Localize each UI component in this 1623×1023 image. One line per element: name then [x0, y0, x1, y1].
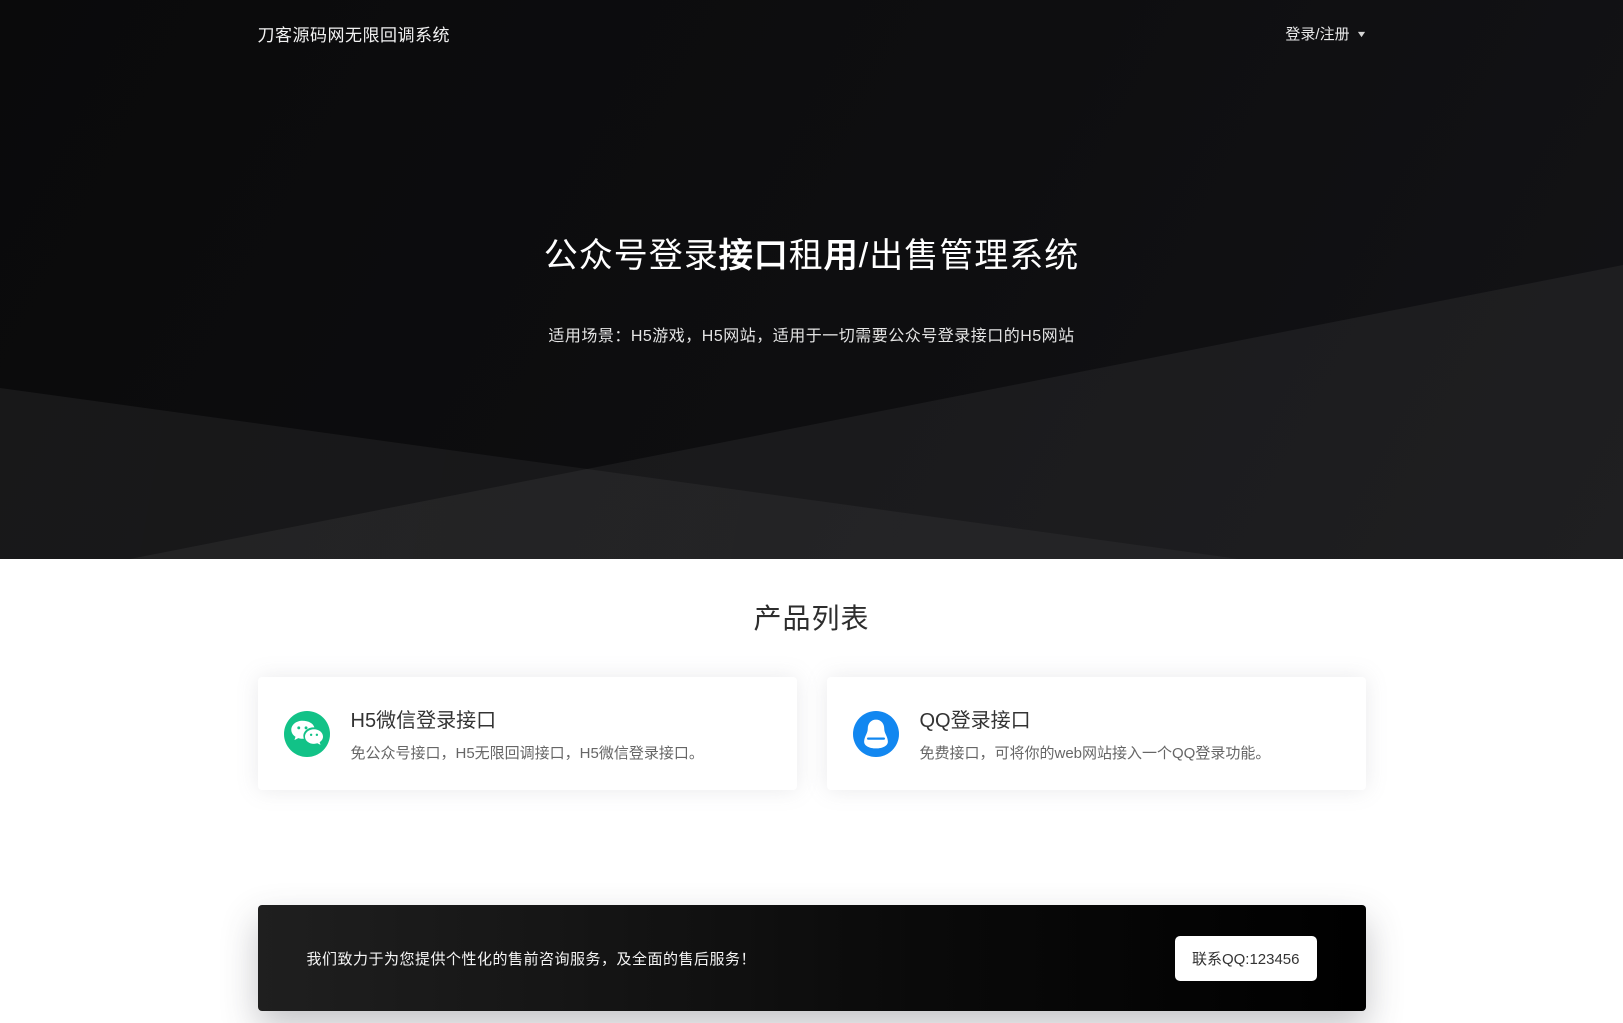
- product-title: H5微信登录接口: [351, 704, 704, 733]
- chevron-down-icon: ▼: [1355, 29, 1367, 39]
- site-logo-text[interactable]: 刀客源码网无限回调系统: [258, 21, 451, 46]
- hero-content: 公众号登录接口租用/出售管理系统 适用场景：H5游戏，H5网站，适用于一切需要公…: [0, 228, 1623, 346]
- hero-section: 刀客源码网无限回调系统 登录/注册 ▼ 公众号登录接口租用/出售管理系统 适用场…: [0, 0, 1623, 559]
- hero-title-part: 租: [789, 237, 824, 275]
- products-section: 产品列表: [0, 559, 1623, 790]
- product-title: QQ登录接口: [920, 704, 1271, 733]
- hero-subtitle: 适用场景：H5游戏，H5网站，适用于一切需要公众号登录接口的H5网站: [0, 322, 1623, 346]
- page: 刀客源码网无限回调系统 登录/注册 ▼ 公众号登录接口租用/出售管理系统 适用场…: [0, 0, 1623, 1011]
- product-description: 免费接口，可将你的web网站接入一个QQ登录功能。: [920, 742, 1271, 763]
- login-register-link[interactable]: 登录/注册 ▼: [1285, 23, 1365, 44]
- footer-section: 我们致力于为您提供个性化的售前咨询服务，及全面的售后服务！ 联系QQ:12345…: [0, 790, 1623, 1011]
- product-card-body: H5微信登录接口 免公众号接口，H5无限回调接口，H5微信登录接口。: [351, 704, 704, 763]
- contact-banner: 我们致力于为您提供个性化的售前咨询服务，及全面的售后服务！ 联系QQ:12345…: [258, 905, 1366, 1011]
- contact-qq-button[interactable]: 联系QQ:123456: [1175, 936, 1317, 981]
- qq-icon: [853, 711, 899, 757]
- hero-title-part: 用: [824, 237, 859, 275]
- product-card-wechat[interactable]: H5微信登录接口 免公众号接口，H5无限回调接口，H5微信登录接口。: [258, 677, 797, 790]
- hero-title-part: /出售管理系统: [859, 237, 1079, 275]
- wechat-icon: [284, 711, 330, 757]
- hero-title-part: 公众号登录: [544, 237, 719, 275]
- hero-title-part: 接口: [719, 237, 789, 275]
- hero-title: 公众号登录接口租用/出售管理系统: [0, 228, 1623, 277]
- contact-banner-message: 我们致力于为您提供个性化的售前咨询服务，及全面的售后服务！: [307, 948, 757, 969]
- product-card-body: QQ登录接口 免费接口，可将你的web网站接入一个QQ登录功能。: [920, 704, 1271, 763]
- product-card-qq[interactable]: QQ登录接口 免费接口，可将你的web网站接入一个QQ登录功能。: [827, 677, 1366, 790]
- login-register-label: 登录/注册: [1285, 23, 1349, 44]
- top-nav: 刀客源码网无限回调系统 登录/注册 ▼: [258, 0, 1366, 46]
- products-heading: 产品列表: [0, 597, 1623, 637]
- product-card-list: H5微信登录接口 免公众号接口，H5无限回调接口，H5微信登录接口。 QQ登录接…: [258, 677, 1366, 790]
- product-description: 免公众号接口，H5无限回调接口，H5微信登录接口。: [351, 742, 704, 763]
